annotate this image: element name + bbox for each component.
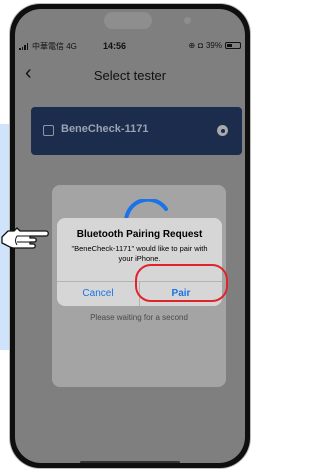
page-title: Select tester (93, 68, 167, 83)
battery-fill (227, 44, 232, 47)
status-time: 14:56 (103, 41, 127, 51)
device-list-item[interactable]: BeneCheck-1171 (31, 107, 242, 155)
alert-message: "BeneCheck-1171" would like to pair with… (71, 244, 208, 263)
loading-message: Please waiting for a second (90, 313, 188, 322)
lock-rotation-icon: ◘ (198, 41, 203, 50)
pointing-hand-icon (1, 227, 49, 249)
cancel-button[interactable]: Cancel (57, 282, 139, 306)
status-bar: 中華電信 4G 14:56 ⊕ ◘ 39% (15, 41, 245, 55)
alert-title: Bluetooth Pairing Request (76, 229, 203, 240)
home-indicator (80, 461, 180, 463)
battery-percent: 39% (205, 41, 222, 50)
dynamic-island (104, 12, 152, 29)
device-name: BeneCheck-1171 (61, 123, 149, 135)
device-checkbox[interactable] (43, 125, 54, 136)
alarm-icon: ⊕ (188, 41, 196, 50)
navigation-bar: ‹ Select tester (15, 63, 245, 88)
signal-icon (19, 43, 28, 50)
device-radio[interactable] (217, 125, 228, 136)
pair-highlight-ring (135, 264, 228, 302)
carrier-label: 中華電信 4G (32, 42, 77, 51)
camera-dot (184, 17, 191, 24)
battery-icon (225, 42, 241, 49)
tutorial-screenshot: 中華電信 4G 14:56 ⊕ ◘ 39% ‹ Select tester Be… (0, 0, 258, 475)
